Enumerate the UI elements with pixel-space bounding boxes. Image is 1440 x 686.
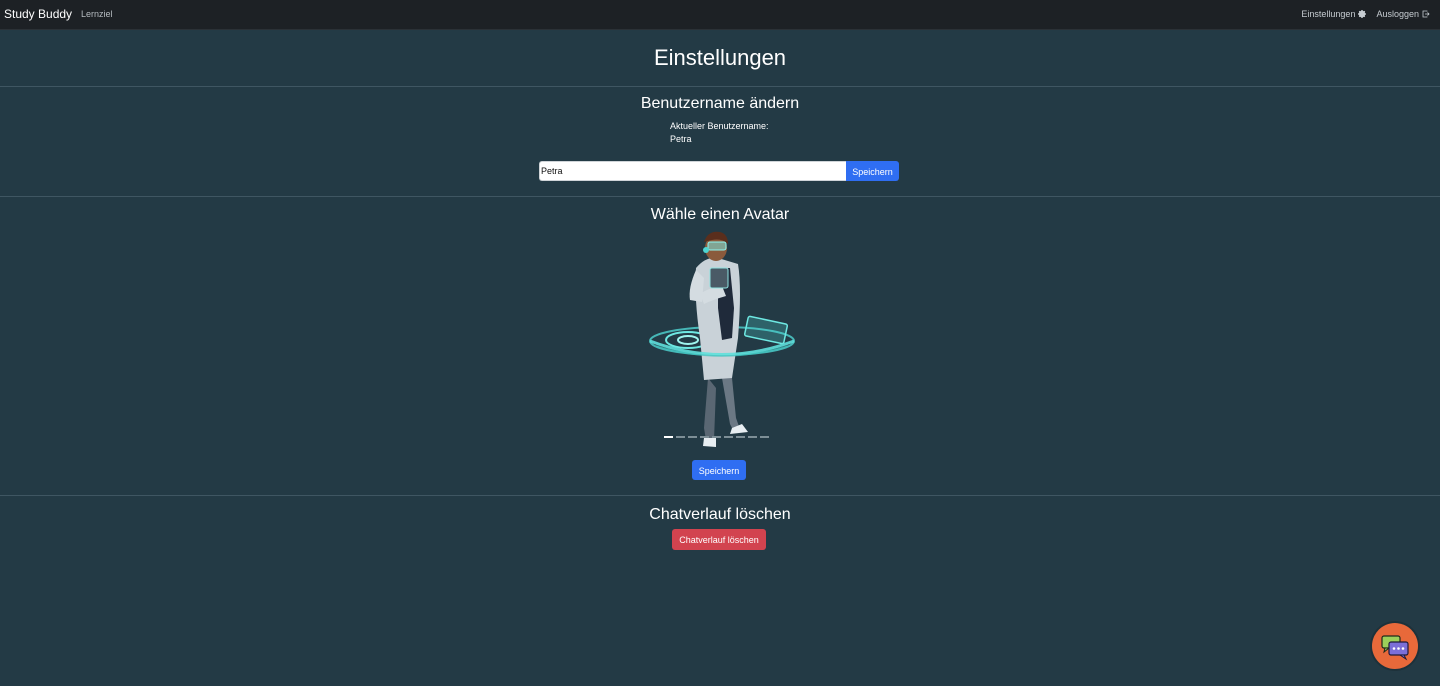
nav-ausloggen-label: Ausloggen: [1376, 9, 1419, 19]
save-avatar-button[interactable]: Speichern: [692, 460, 746, 480]
username-section-heading: Benutzername ändern: [640, 95, 800, 112]
carousel-indicator[interactable]: [664, 436, 673, 438]
delete-chat-history-button[interactable]: Chatverlauf löschen: [672, 529, 766, 550]
carousel-indicator[interactable]: [688, 436, 697, 438]
carousel-indicator[interactable]: [676, 436, 685, 438]
carousel-indicator[interactable]: [712, 436, 721, 438]
save-username-button[interactable]: Speichern: [846, 161, 899, 181]
carousel-indicator[interactable]: [760, 436, 769, 438]
nav-einstellungen-label: Einstellungen: [1301, 9, 1356, 19]
current-username-label: Aktueller Benutzername:: [670, 121, 769, 131]
page-title: Einstellungen: [653, 45, 787, 70]
avatar-section-heading: Wähle einen Avatar: [650, 206, 790, 223]
logout-icon: [1422, 10, 1430, 18]
chat-open-button[interactable]: [1372, 623, 1418, 669]
carousel-indicator[interactable]: [724, 436, 733, 438]
nav-link-ausloggen[interactable]: Ausloggen: [1376, 9, 1430, 19]
carousel-indicator[interactable]: [736, 436, 745, 438]
current-username-value: Petra: [670, 134, 692, 144]
carousel-indicators: [664, 436, 769, 438]
gear-icon: [1358, 10, 1367, 18]
section-divider: [0, 495, 1440, 496]
chat-section-heading: Chatverlauf löschen: [649, 506, 791, 523]
nav-link-lernziel[interactable]: Lernziel: [81, 9, 113, 19]
nav-link-einstellungen[interactable]: Einstellungen: [1301, 9, 1367, 19]
brand-link[interactable]: Study Buddy: [4, 7, 72, 21]
section-divider: [0, 86, 1440, 87]
chat-bubbles-icon: [1381, 635, 1409, 661]
section-divider: [0, 196, 1440, 197]
nav-right-group: Einstellungen Ausloggen: [1301, 9, 1430, 19]
username-input[interactable]: [539, 161, 846, 181]
avatar-carousel[interactable]: [646, 228, 798, 452]
carousel-indicator[interactable]: [700, 436, 709, 438]
carousel-indicator[interactable]: [748, 436, 757, 438]
avatar-image: [649, 231, 795, 447]
top-navbar: Study Buddy Lernziel Einstellungen Auslo…: [0, 0, 1440, 30]
